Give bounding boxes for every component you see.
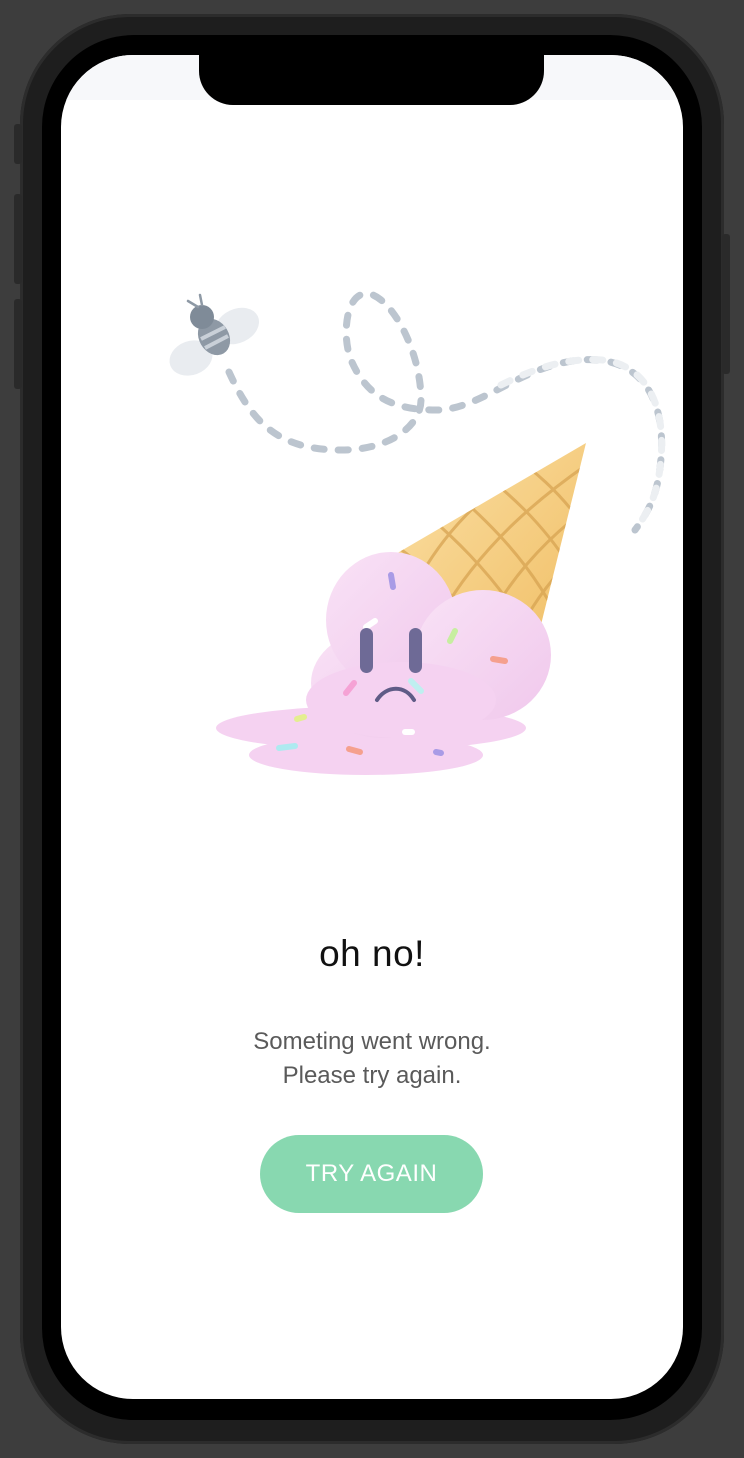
side-button <box>14 299 22 389</box>
error-message-line: Someting went wrong. <box>253 1028 491 1055</box>
error-illustration <box>169 290 666 775</box>
flight-trail <box>225 290 666 534</box>
app-screen: oh no! Someting went wrong. Please try a… <box>61 55 683 1399</box>
bee-icon <box>169 293 260 376</box>
side-button <box>14 194 22 284</box>
error-message-line: Please try again. <box>282 1062 462 1089</box>
page-title: oh no! <box>319 933 425 974</box>
try-again-button[interactable]: TRY AGAIN <box>260 1135 483 1213</box>
side-button <box>14 124 22 164</box>
ice-cream-cone <box>216 443 586 775</box>
error-message: Someting went wrong. Please try again. <box>61 1025 683 1093</box>
side-button <box>722 234 730 374</box>
